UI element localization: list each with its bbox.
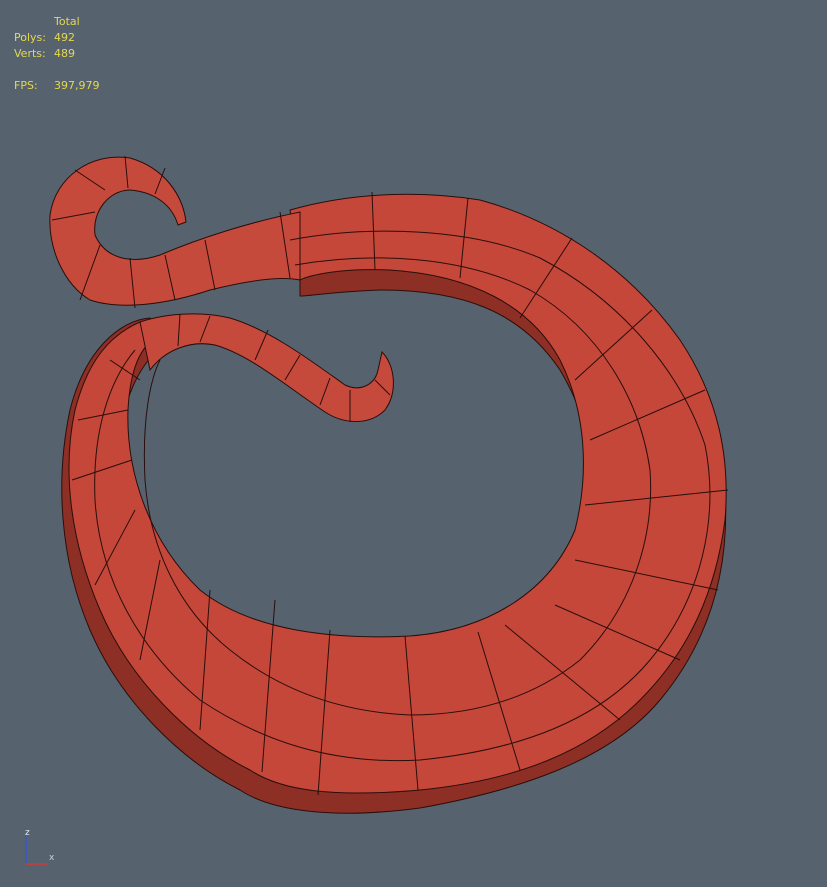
axis-gizmo: z x: [25, 828, 55, 865]
mesh-inner-tail: [139, 313, 394, 422]
mesh-upper-tail: [49, 156, 301, 306]
x-axis-label: x: [49, 853, 55, 863]
horn-mesh[interactable]: [0, 0, 827, 887]
z-axis-label: z: [25, 828, 30, 838]
3d-viewport[interactable]: Total Polys: 492 Verts: 489 FPS: 397,979: [0, 0, 827, 887]
